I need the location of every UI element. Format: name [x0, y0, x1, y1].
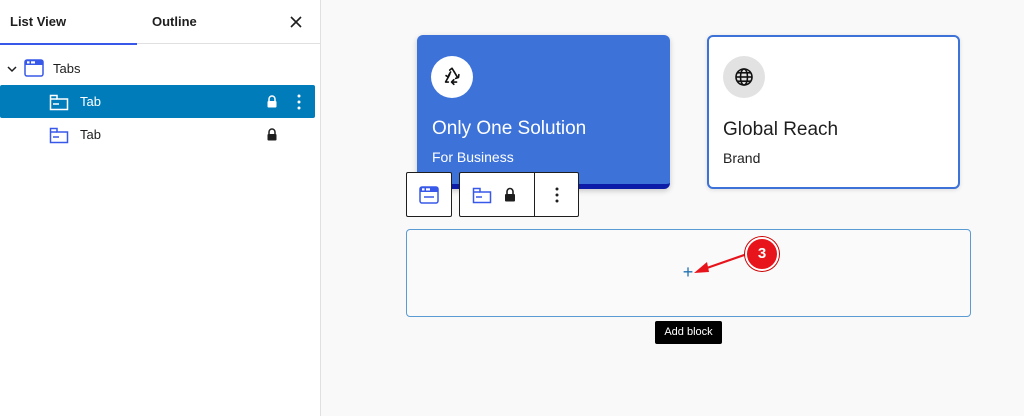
tab-outline[interactable]: Outline [152, 0, 197, 44]
globe-icon [735, 68, 753, 86]
step-badge: 3 [745, 237, 779, 271]
tab-block-icon [49, 94, 69, 111]
block-toolbar-group [459, 172, 579, 217]
sidebar-tabs: List View Outline [0, 0, 320, 45]
toolbar-divider [534, 173, 535, 216]
lock-icon [267, 128, 277, 141]
add-block-tooltip: Add block [655, 321, 722, 344]
tabs-block-icon [24, 59, 44, 77]
tree-item-label: Tab [80, 127, 101, 142]
tree-item-label: Tabs [53, 61, 81, 76]
more-vertical-icon[interactable] [548, 185, 566, 205]
card-title: Global Reach [723, 119, 839, 140]
tree-item-tabs[interactable]: Tabs [0, 52, 315, 85]
card-subtitle: Brand [723, 150, 761, 166]
tab-card-only-one-solution[interactable]: Only One Solution For Business [417, 35, 670, 189]
tab-list-view[interactable]: List View [0, 0, 137, 45]
card-subtitle: For Business [432, 149, 514, 165]
chevron-down-icon[interactable] [5, 62, 19, 76]
close-icon[interactable] [286, 12, 306, 32]
tab-block-icon [49, 127, 69, 144]
more-vertical-icon[interactable] [292, 93, 306, 111]
lock-icon [267, 95, 277, 108]
lock-icon[interactable] [504, 187, 516, 202]
tabs-block-icon [419, 186, 439, 204]
recycle-icon [444, 67, 460, 86]
list-view-sidebar: List View Outline Tabs Tab Tab [0, 0, 321, 416]
annotation-arrow-icon [694, 251, 751, 273]
tree-item-tab-selected[interactable]: Tab [0, 85, 315, 118]
tab-card-global-reach[interactable]: Global Reach Brand [707, 35, 960, 189]
tree-item-tab[interactable]: Tab [0, 118, 315, 151]
card-icon-circle [431, 56, 473, 98]
card-icon-circle [723, 56, 765, 98]
card-title: Only One Solution [432, 118, 587, 139]
tab-block-icon[interactable] [472, 186, 492, 204]
tree-item-label: Tab [80, 94, 101, 109]
select-parent-button[interactable] [406, 172, 452, 217]
